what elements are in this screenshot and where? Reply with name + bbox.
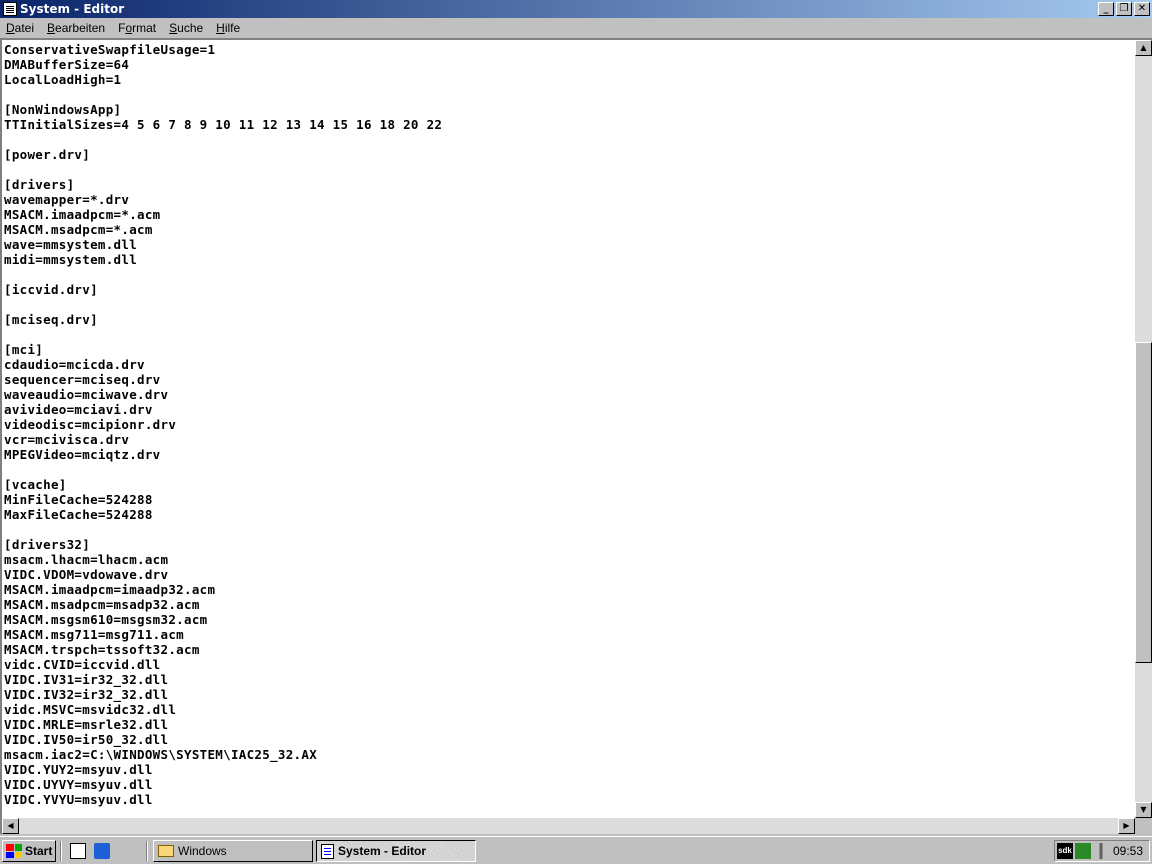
scroll-left-button[interactable]: ◀ [2,818,19,834]
text-line: VIDC.IV50=ir50_32.dll [4,732,169,747]
notepad-icon [321,843,334,859]
text-line: [drivers32] [4,537,91,552]
text-line: [power.drv] [4,147,91,162]
text-line [4,87,1134,102]
text-line: cdaudio=mcicda.drv [4,357,145,372]
minimize-button[interactable]: _ [1098,2,1114,16]
sdk-icon[interactable]: sdk [1057,843,1073,859]
text-line: msacm.lhacm=lhacm.acm [4,552,169,567]
scroll-right-button[interactable]: ▶ [1118,818,1135,834]
text-line: [mci] [4,342,44,357]
task-button-system-editor[interactable]: System - Editor [316,840,476,862]
text-line: videodisc=mcipionr.drv [4,417,177,432]
text-line: MSACM.imaadpcm=*.acm [4,207,161,222]
text-area[interactable]: ConservativeSwapfileUsage=1 DMABufferSize… [4,42,1134,818]
volume-icon[interactable] [1093,843,1109,859]
task-label: System - Editor [338,844,427,858]
text-line: MSACM.msgsm610=msgsm32.acm [4,612,208,627]
text-line: [iccvid.drv] [4,282,98,297]
text-line: waveaudio=mciwave.drv [4,387,169,402]
text-line: vidc.CVID=iccvid.dll [4,657,161,672]
vertical-scroll-thumb[interactable] [1135,342,1152,663]
text-line [4,162,1134,177]
text-line: wavemapper=*.drv [4,192,130,207]
text-line [4,132,1134,147]
text-line: MinFileCache=524288 [4,492,153,507]
scroll-up-button[interactable]: ▲ [1135,40,1152,56]
windows-logo-icon [6,844,22,858]
menu-format[interactable]: Format [112,21,163,35]
start-button[interactable]: Start [2,840,56,862]
menu-datei[interactable]: Datei [0,21,41,35]
maximize-button[interactable]: ❐ [1116,2,1132,16]
text-line: [drivers] [4,177,75,192]
menu-bar: Datei Bearbeiten Format Suche Hilfe [0,18,1152,37]
start-label: Start [25,844,53,858]
text-line: VIDC.IV31=ir32_32.dll [4,672,169,687]
text-line: MSACM.msadpcm=*.acm [4,222,153,237]
network-icon[interactable] [1075,843,1091,859]
horizontal-scrollbar[interactable]: ◀ ▶ [2,818,1135,834]
taskbar-separator [146,841,148,861]
text-line [4,522,1134,537]
quicklaunch-app-icon[interactable] [94,843,110,859]
desktop-shortcut-icon[interactable] [70,843,86,859]
taskbar-separator [60,841,62,861]
text-line [4,327,1134,342]
text-line: avivideo=mciavi.drv [4,402,153,417]
text-line: DMABufferSize=64 [4,57,130,72]
text-line: LocalLoadHigh=1 [4,72,122,87]
system-tray: sdk 09:53 [1054,840,1150,862]
text-line: [vcache] [4,477,67,492]
notepad-app-icon[interactable] [3,2,17,16]
text-line: MSACM.imaadpcm=imaadp32.acm [4,582,216,597]
text-line: VIDC.YVYU=msyuv.dll [4,792,153,807]
text-line: VIDC.VDOM=vdowave.drv [4,567,169,582]
text-line: ConservativeSwapfileUsage=1 [4,42,216,57]
menu-suche[interactable]: Suche [163,21,210,35]
taskbar: Start Windows System - Editor sdk 09:53 [0,836,1152,864]
text-line: vidc.MSVC=msvidc32.dll [4,702,177,717]
text-line [4,267,1134,282]
text-line [4,462,1134,477]
text-line: sequencer=mciseq.drv [4,372,161,387]
window-title: System - Editor [20,2,125,16]
title-bar[interactable]: System - Editor _ ❐ ✕ [0,0,1152,18]
text-line: midi=mmsystem.dll [4,252,138,267]
text-line: [mciseq.drv] [4,312,98,327]
text-line: MSACM.trspch=tssoft32.acm [4,642,200,657]
text-line: vcr=mcivisca.drv [4,432,130,447]
text-line: VIDC.IV32=ir32_32.dll [4,687,169,702]
task-label: Windows [178,844,227,858]
text-line: TTInitialSizes=4 5 6 7 8 9 10 11 12 13 1… [4,117,443,132]
editor-pane: ConservativeSwapfileUsage=1 DMABufferSize… [0,38,1152,834]
clock[interactable]: 09:53 [1113,844,1143,858]
folder-icon [158,845,174,857]
text-line: MSACM.msg711=msg711.acm [4,627,184,642]
text-line: VIDC.YUY2=msyuv.dll [4,762,153,777]
caption-buttons: _ ❐ ✕ [1096,2,1150,16]
vertical-scrollbar[interactable]: ▲ ▼ [1135,40,1152,818]
text-line: MaxFileCache=524288 [4,507,153,522]
menu-bearbeiten[interactable]: Bearbeiten [41,21,112,35]
close-button[interactable]: ✕ [1134,2,1150,16]
menu-hilfe[interactable]: Hilfe [210,21,247,35]
text-line: [NonWindowsApp] [4,102,122,117]
text-line: VIDC.MRLE=msrle32.dll [4,717,169,732]
text-line [4,297,1134,312]
task-button-windows[interactable]: Windows [153,840,313,862]
text-line: msacm.iac2=C:\WINDOWS\SYSTEM\IAC25_32.AX [4,747,318,762]
text-line: VIDC.UYVY=msyuv.dll [4,777,153,792]
text-line: MPEGVideo=mciqtz.drv [4,447,161,462]
text-line: MSACM.msadpcm=msadp32.acm [4,597,200,612]
size-grip [1135,818,1152,834]
text-line: wave=mmsystem.dll [4,237,138,252]
scroll-down-button[interactable]: ▼ [1135,802,1152,818]
